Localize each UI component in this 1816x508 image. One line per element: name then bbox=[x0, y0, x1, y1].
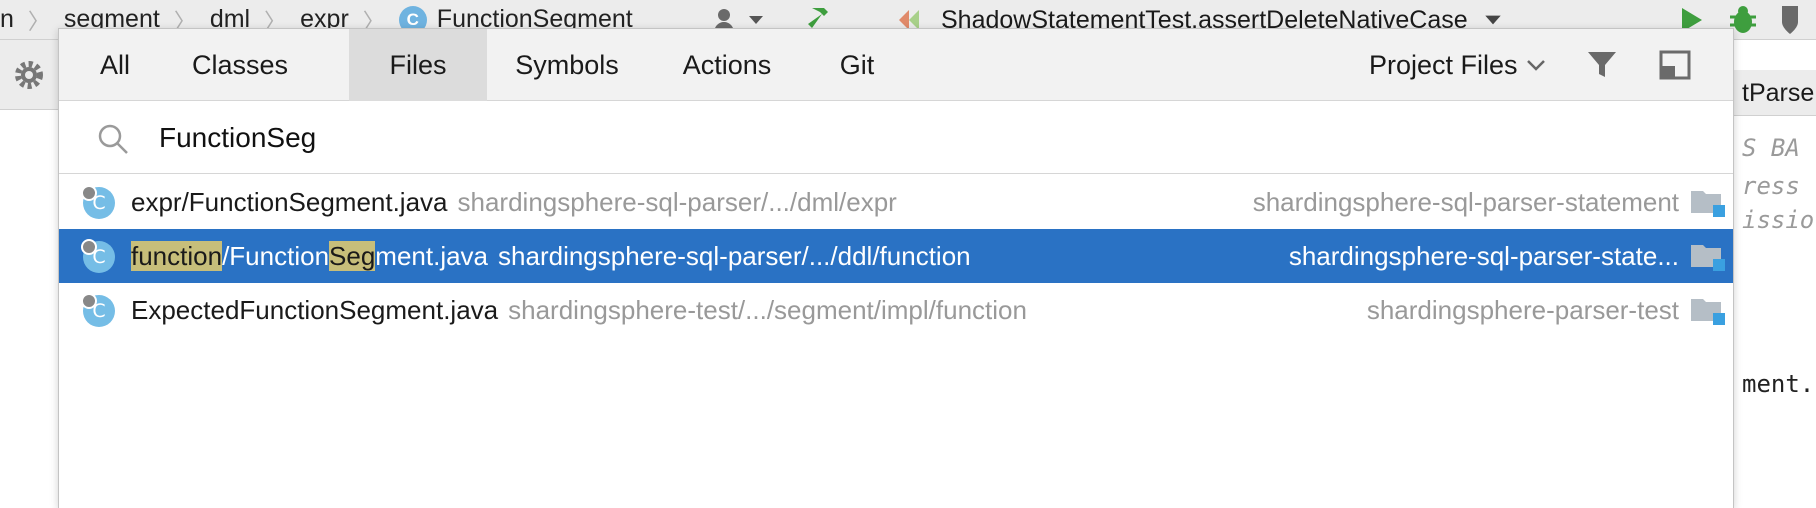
filter-icon[interactable] bbox=[1585, 48, 1619, 82]
result-module: shardingsphere-sql-parser-state... bbox=[1288, 241, 1679, 271]
result-module: shardingsphere-sql-parser-statement bbox=[1252, 187, 1679, 217]
code-line: ment. bbox=[1742, 370, 1815, 398]
search-scope-tabs: All Classes Files Symbols Actions Git Pr… bbox=[59, 29, 1733, 101]
code-line: S BA bbox=[1742, 134, 1800, 162]
scope-label: Project Files bbox=[1369, 50, 1518, 80]
settings-gutter bbox=[0, 40, 58, 110]
match-highlight: function bbox=[131, 241, 223, 271]
tab-symbols[interactable]: Symbols bbox=[487, 29, 647, 101]
result-file-name-part: /Function bbox=[222, 241, 330, 271]
result-row[interactable]: C ExpectedFunctionSegment.java shardingsp… bbox=[59, 283, 1733, 337]
java-class-icon: C bbox=[81, 239, 115, 273]
breadcrumb-separator: 〉 bbox=[27, 8, 50, 34]
result-file-name-part: ment.java bbox=[375, 241, 489, 271]
result-file-text: function/FunctionSegment.java shardingsph… bbox=[131, 229, 971, 283]
module-folder-icon bbox=[1691, 191, 1725, 217]
search-input[interactable] bbox=[159, 114, 1659, 162]
tab-all[interactable]: All bbox=[59, 29, 171, 101]
result-file-text: expr/FunctionSegment.java shardingsphere-… bbox=[131, 175, 897, 229]
scope-dropdown[interactable]: Project Files bbox=[1369, 29, 1546, 101]
gear-icon[interactable] bbox=[12, 58, 46, 92]
tab-classes[interactable]: Classes bbox=[171, 29, 309, 101]
search-everywhere-popup: All Classes Files Symbols Actions Git Pr… bbox=[58, 28, 1734, 508]
result-path: shardingsphere-sql-parser/.../dml/expr bbox=[457, 187, 897, 217]
result-file-name: ExpectedFunctionSegment.java bbox=[131, 295, 499, 325]
code-line: issio bbox=[1742, 206, 1815, 234]
tab-git[interactable]: Git bbox=[807, 29, 907, 101]
java-class-icon: C bbox=[81, 185, 115, 219]
editor-gutter bbox=[0, 110, 58, 508]
tab-files[interactable]: Files bbox=[349, 29, 487, 101]
search-row bbox=[59, 102, 1733, 174]
editor-tab[interactable]: tParse bbox=[1734, 70, 1816, 116]
java-class-icon: C bbox=[81, 293, 115, 327]
result-file-text: ExpectedFunctionSegment.java shardingsphe… bbox=[131, 283, 1027, 337]
module-folder-icon bbox=[1691, 299, 1725, 325]
tab-actions[interactable]: Actions bbox=[647, 29, 807, 101]
result-module: shardingsphere-parser-test bbox=[1366, 295, 1679, 325]
result-row-selected[interactable]: C function/FunctionSegment.java shardings… bbox=[59, 229, 1733, 283]
results-list: C expr/FunctionSegment.java shardingspher… bbox=[59, 175, 1733, 337]
result-path: shardingsphere-test/.../segment/impl/fun… bbox=[508, 295, 1027, 325]
code-line: ress bbox=[1742, 172, 1800, 200]
result-file-name: /FunctionSegment.java bbox=[181, 187, 448, 217]
module-folder-icon bbox=[1691, 245, 1725, 271]
editor-background-right: tParse S BA ress issio ment. bbox=[1734, 40, 1816, 508]
breadcrumb-item[interactable]: n bbox=[0, 5, 14, 34]
search-icon bbox=[98, 124, 128, 154]
result-row[interactable]: C expr/FunctionSegment.java shardingspher… bbox=[59, 175, 1733, 229]
chevron-down-icon[interactable] bbox=[746, 10, 766, 30]
match-highlight: Seg bbox=[329, 241, 376, 271]
result-path: shardingsphere-sql-parser/.../ddl/functi… bbox=[498, 241, 971, 271]
pin-window-icon[interactable] bbox=[1659, 49, 1691, 81]
result-dir: expr bbox=[131, 187, 182, 217]
coverage-icon[interactable] bbox=[1778, 4, 1802, 36]
chevron-down-icon bbox=[1526, 60, 1545, 71]
